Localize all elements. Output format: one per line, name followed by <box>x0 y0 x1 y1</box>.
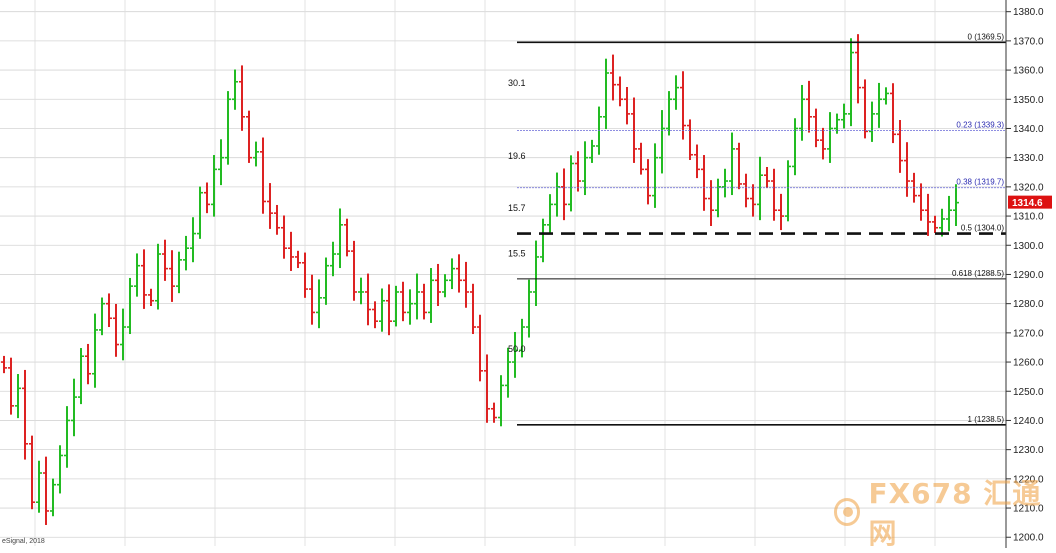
price-axis-tick-label: 1240.0 <box>1013 416 1044 427</box>
price-axis-tick-label: 1230.0 <box>1013 445 1044 456</box>
price-axis-tick-label: 1250.0 <box>1013 387 1044 398</box>
price-axis-tick-label: 1340.0 <box>1013 124 1044 135</box>
price-axis-tick-label: 1330.0 <box>1013 153 1044 164</box>
price-axis-tick-label: 1310.0 <box>1013 212 1044 223</box>
watermark-text: FX678 汇通网 <box>868 477 1042 550</box>
price-bars <box>1 34 959 525</box>
fib-zone-label: 50.0 <box>508 344 526 354</box>
price-axis-tick-label: 1320.0 <box>1013 182 1044 193</box>
fx678-logo-icon <box>834 498 861 526</box>
data-credit: eSignal, 2018 <box>2 538 45 545</box>
grid-layer <box>0 0 1006 546</box>
price-axis-tick-label: 1380.0 <box>1013 7 1044 18</box>
chart-svg: 0 (1369.5) 0.23 (1339.3) 0.38 (1319.7) 0.5 … <box>0 0 1056 548</box>
price-axis-tick-label: 1350.0 <box>1013 95 1044 106</box>
fib-level-label: 0.38 (1319.7) <box>956 178 1004 187</box>
fib-zone-label: 19.6 <box>508 151 526 161</box>
fib-zone-label: 15.5 <box>508 248 526 258</box>
fibonacci-retracement: 0 (1369.5) 0.23 (1339.3) 0.38 (1319.7) 0.5 … <box>508 32 1006 426</box>
last-price-label: 1314.6 <box>1012 198 1043 209</box>
watermark: FX678 汇通网 <box>834 477 1056 550</box>
fib-level-label: 0.5 (1304.0) <box>961 224 1004 233</box>
fib-level-label: 0 (1369.5) <box>968 32 1005 41</box>
price-axis-tick-label: 1280.0 <box>1013 299 1044 310</box>
fib-level-label: 0.23 (1339.3) <box>956 121 1004 130</box>
price-axis-tick-label: 1290.0 <box>1013 270 1044 281</box>
price-chart: 0 (1369.5) 0.23 (1339.3) 0.38 (1319.7) 0.5 … <box>0 0 1056 548</box>
price-axis-tick-label: 1370.0 <box>1013 36 1044 47</box>
price-axis-tick-label: 1360.0 <box>1013 66 1044 77</box>
fib-zone-label: 30.1 <box>508 78 526 88</box>
price-axis-tick-label: 1270.0 <box>1013 328 1044 339</box>
price-axis-tick-label: 1300.0 <box>1013 241 1044 252</box>
fib-level-label: 0.618 (1288.5) <box>952 269 1004 278</box>
price-axis-tick-label: 1260.0 <box>1013 358 1044 369</box>
fib-zone-label: 15.7 <box>508 203 526 213</box>
price-axis: 1200.01210.01220.01230.01240.01250.01260… <box>1005 0 1056 548</box>
fib-level-label: 1 (1238.5) <box>968 415 1005 424</box>
